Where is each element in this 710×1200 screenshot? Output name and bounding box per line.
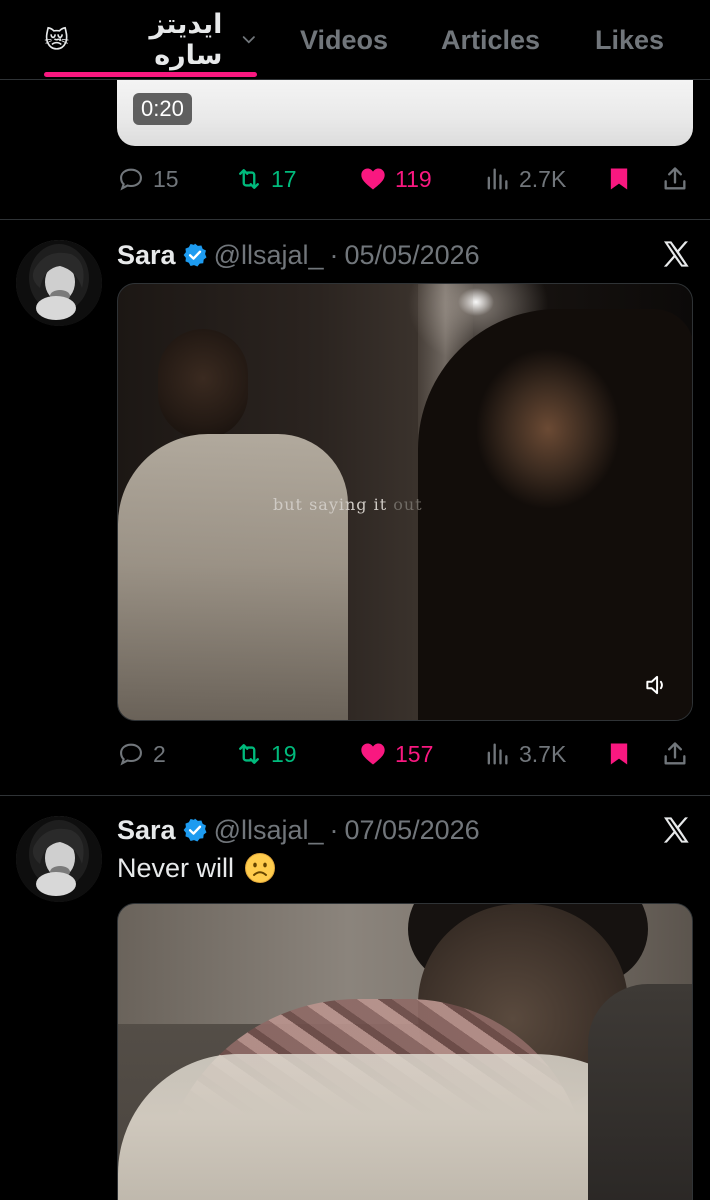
video-duration-badge: 0:20: [133, 93, 192, 125]
separator-dot: ·: [329, 814, 339, 845]
display-name[interactable]: Sara: [117, 815, 176, 846]
video-frame-figure-side: [588, 984, 692, 1200]
bookmark-button[interactable]: [605, 159, 633, 199]
like-count: 119: [395, 165, 432, 192]
tweet-text: Never will: [117, 852, 235, 883]
post-divider: [0, 795, 710, 796]
retweet-icon: [239, 169, 259, 189]
share-icon: [664, 167, 686, 190]
verified-badge-icon: [183, 243, 207, 267]
active-tab-indicator: [44, 72, 257, 77]
retweet-button[interactable]: 17: [235, 159, 297, 199]
like-button[interactable]: 119: [359, 159, 432, 199]
like-button[interactable]: 157: [359, 734, 433, 774]
avatar-image: [16, 816, 102, 902]
share-button[interactable]: [661, 734, 689, 774]
video-caption: but saying it out: [273, 495, 423, 514]
tab-articles[interactable]: Articles: [441, 0, 540, 80]
retweet-button[interactable]: 19: [235, 734, 297, 774]
tab-highlights[interactable]: 😿 ايديتز ساره: [44, 0, 258, 80]
bookmark-icon: [610, 168, 628, 190]
post-2-video[interactable]: but saying it out: [117, 283, 693, 721]
post-1-actions: 15 17 119 2.7K: [117, 159, 693, 199]
reply-button[interactable]: 15: [117, 159, 179, 199]
video-frame-figure-veiled: [418, 309, 692, 720]
views-button[interactable]: 2.7K: [483, 159, 566, 199]
reply-count: 2: [153, 740, 166, 767]
views-icon: [487, 743, 508, 765]
video-frame-figure: [158, 329, 248, 439]
avatar[interactable]: [16, 240, 102, 326]
tab-videos[interactable]: Videos: [300, 0, 388, 80]
share-icon: [664, 742, 686, 765]
views-icon: [487, 168, 508, 190]
crying-cat-emoji: 😿: [44, 26, 70, 54]
post-2-actions: 2 19 157 3.7K: [117, 734, 693, 774]
post-1-video[interactable]: 0:20: [117, 80, 693, 146]
post-3-header: Sara @llsajal_ · 07/05/2026: [117, 813, 480, 847]
post-3-video[interactable]: [117, 903, 693, 1200]
reply-count: 15: [153, 165, 179, 192]
display-name[interactable]: Sara: [117, 240, 176, 271]
views-count: 3.7K: [519, 740, 567, 767]
x-logo-icon[interactable]: [660, 238, 692, 270]
share-button[interactable]: [661, 159, 689, 199]
post-date[interactable]: 05/05/2026: [345, 240, 480, 271]
retweet-count: 19: [271, 740, 297, 767]
separator-dot: ·: [329, 239, 339, 270]
retweet-count: 17: [271, 165, 297, 192]
post-3-text: Never will: [117, 852, 276, 884]
avatar[interactable]: [16, 816, 102, 902]
reply-icon: [120, 743, 142, 766]
user-handle[interactable]: @llsajal_: [214, 240, 324, 271]
bookmark-button[interactable]: [605, 734, 633, 774]
chevron-down-icon[interactable]: [240, 31, 258, 49]
video-caption-text: but saying it: [273, 495, 388, 514]
post-date[interactable]: 07/05/2026: [345, 815, 480, 846]
reply-icon: [120, 168, 142, 191]
like-count: 157: [395, 740, 434, 767]
tab-likes[interactable]: Likes: [595, 0, 664, 80]
reply-button[interactable]: 2: [117, 734, 166, 774]
avatar-image: [16, 240, 102, 326]
frowning-face-emoji: [245, 853, 276, 883]
video-frame-figure-body: [118, 434, 348, 720]
video-caption-fade: out: [387, 495, 423, 514]
speaker-icon[interactable]: [643, 672, 669, 698]
profile-tab-bar: 😿 ايديتز ساره Videos Articles Likes: [0, 0, 710, 80]
user-handle[interactable]: @llsajal_: [214, 815, 324, 846]
heart-icon: [361, 168, 385, 190]
x-logo-icon[interactable]: [660, 814, 692, 846]
bookmark-icon: [610, 743, 628, 765]
post-divider: [0, 219, 710, 220]
views-count: 2.7K: [519, 165, 567, 192]
verified-badge-icon: [183, 818, 207, 842]
views-button[interactable]: 3.7K: [483, 734, 566, 774]
post-2-header: Sara @llsajal_ · 05/05/2026: [117, 238, 480, 272]
retweet-icon: [239, 744, 259, 764]
heart-icon: [361, 743, 385, 765]
tab-highlights-label: ايديتز ساره: [149, 9, 223, 70]
